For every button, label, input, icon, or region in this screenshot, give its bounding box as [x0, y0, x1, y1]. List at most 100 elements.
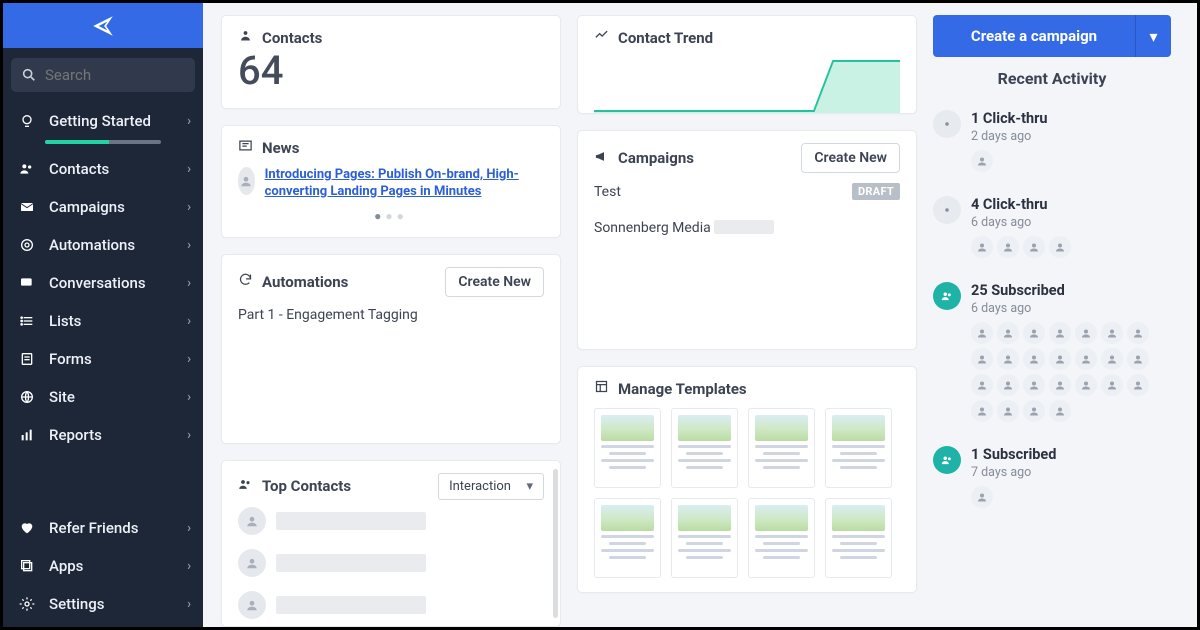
- bar-chart-icon: [15, 427, 39, 443]
- top-contacts-card: Top Contacts Interaction: [221, 460, 561, 627]
- sidebar-item-forms[interactable]: Forms ›: [3, 340, 203, 378]
- sidebar-item-label: Conversations: [39, 274, 187, 292]
- brand-logo[interactable]: [3, 3, 203, 48]
- avatar: [1101, 322, 1123, 344]
- sidebar-item-campaigns[interactable]: Campaigns ›: [3, 188, 203, 226]
- click-icon: [933, 196, 961, 224]
- list-icon: [15, 313, 39, 329]
- activity-item[interactable]: 1 Subscribed7 days ago: [933, 436, 1171, 522]
- automations-card: Automations Create New Part 1 - Engageme…: [221, 254, 561, 444]
- sidebar-item-reports[interactable]: Reports ›: [3, 416, 203, 454]
- avatar: [1023, 348, 1045, 370]
- avatar: [1075, 374, 1097, 396]
- megaphone-icon: [594, 149, 610, 168]
- manage-templates-card: Manage Templates: [577, 366, 917, 593]
- top-contact-row[interactable]: [238, 542, 544, 584]
- avatar: [1101, 374, 1123, 396]
- activity-item[interactable]: 4 Click-thru 6 days ago: [933, 186, 1171, 272]
- avatar: [238, 507, 266, 535]
- automation-row[interactable]: Part 1 - Engagement Tagging: [238, 297, 544, 333]
- sidebar-item-label: Apps: [39, 557, 187, 575]
- contact-trend-card: Contact Trend: [577, 15, 917, 114]
- template-thumbnail[interactable]: [825, 498, 892, 578]
- people-icon: [15, 161, 39, 177]
- template-thumbnail[interactable]: [748, 408, 815, 488]
- template-thumbnail[interactable]: [594, 498, 661, 578]
- top-contacts-filter-select[interactable]: Interaction: [438, 473, 544, 500]
- avatar: [238, 549, 266, 577]
- sidebar-item-refer[interactable]: Refer Friends ›: [3, 509, 203, 547]
- create-campaign-button[interactable]: Create New: [801, 143, 900, 173]
- sidebar-item-label: Campaigns: [39, 198, 187, 216]
- news-headline-link[interactable]: Introducing Pages: Publish On-brand, Hig…: [265, 167, 544, 201]
- sidebar-item-site[interactable]: Site ›: [3, 378, 203, 416]
- secondary-nav: Refer Friends › Apps › Settings ›: [3, 509, 203, 627]
- form-icon: [15, 351, 39, 367]
- campaigns-card: Campaigns Create New Test DRAFT Sonnenbe…: [577, 130, 917, 350]
- sidebar: Getting Started › Contacts › Campaigns ›…: [3, 3, 203, 627]
- sidebar-item-label: Refer Friends: [39, 519, 187, 537]
- avatar: [997, 400, 1019, 422]
- sidebar-item-label: Getting Started: [39, 112, 187, 130]
- chevron-right-icon: ›: [187, 162, 191, 177]
- avatar: [1049, 348, 1071, 370]
- activity-time: 7 days ago: [971, 465, 1171, 480]
- status-badge: DRAFT: [852, 183, 900, 200]
- activity-time: 6 days ago: [971, 215, 1171, 230]
- avatar: [1049, 374, 1071, 396]
- chevron-right-icon: ›: [187, 390, 191, 405]
- activity-avatars: [971, 150, 1171, 172]
- template-thumbnail[interactable]: [671, 408, 738, 488]
- mail-icon: [15, 199, 39, 215]
- avatar: [238, 591, 266, 619]
- chevron-right-icon: ›: [187, 597, 191, 612]
- sidebar-item-settings[interactable]: Settings ›: [3, 585, 203, 623]
- automation-name: Part 1 - Engagement Tagging: [238, 307, 418, 323]
- lightbulb-icon: [15, 113, 39, 129]
- avatar: [1075, 348, 1097, 370]
- sidebar-item-label: Reports: [39, 426, 187, 444]
- top-contact-row[interactable]: [238, 584, 544, 626]
- template-thumbnail[interactable]: [825, 408, 892, 488]
- sidebar-item-lists[interactable]: Lists ›: [3, 302, 203, 340]
- chevron-right-icon: ›: [187, 521, 191, 536]
- activity-item[interactable]: 25 Subscribed6 days ago: [933, 272, 1171, 436]
- target-icon: [15, 237, 39, 253]
- gear-icon: [15, 596, 39, 612]
- avatar: [1049, 400, 1071, 422]
- line-chart-icon: [594, 28, 610, 47]
- chevron-right-icon: ›: [187, 200, 191, 215]
- campaign-row[interactable]: Test DRAFT: [594, 173, 900, 210]
- avatar: [1049, 236, 1071, 258]
- search-input[interactable]: [11, 58, 195, 92]
- avatar: [971, 400, 993, 422]
- card-title: Manage Templates: [618, 380, 747, 398]
- news-pagination-dots[interactable]: ●●●: [238, 209, 544, 223]
- activity-time: 2 days ago: [971, 129, 1171, 144]
- sidebar-item-automations[interactable]: Automations ›: [3, 226, 203, 264]
- create-automation-button[interactable]: Create New: [445, 267, 544, 297]
- sidebar-item-getting-started[interactable]: Getting Started ›: [3, 102, 203, 140]
- chevron-right-icon: ›: [187, 559, 191, 574]
- activity-item[interactable]: 1 Click-thru 2 days ago: [933, 100, 1171, 186]
- arrow-send-icon: [90, 13, 116, 39]
- redacted-text: [714, 220, 774, 234]
- chevron-right-icon: ›: [187, 238, 191, 253]
- create-campaign-cta-dropdown[interactable]: ▾: [1135, 15, 1171, 57]
- activity-title: 4 Click-thru: [971, 196, 1171, 213]
- people-icon: [238, 477, 254, 496]
- sidebar-item-label: Automations: [39, 236, 187, 254]
- template-thumbnail[interactable]: [594, 408, 661, 488]
- template-thumbnail[interactable]: [748, 498, 815, 578]
- top-contact-row[interactable]: [238, 500, 544, 542]
- campaign-name: Test: [594, 184, 621, 200]
- sidebar-item-conversations[interactable]: Conversations ›: [3, 264, 203, 302]
- card-title: Top Contacts: [262, 477, 351, 495]
- activity-title: 1 Click-thru: [971, 110, 1171, 127]
- create-campaign-cta-button[interactable]: Create a campaign: [933, 15, 1135, 57]
- activity-avatars: [971, 236, 1171, 258]
- campaign-row[interactable]: Sonnenberg Media: [594, 210, 900, 246]
- sidebar-item-contacts[interactable]: Contacts ›: [3, 150, 203, 188]
- template-thumbnail[interactable]: [671, 498, 738, 578]
- sidebar-item-apps[interactable]: Apps ›: [3, 547, 203, 585]
